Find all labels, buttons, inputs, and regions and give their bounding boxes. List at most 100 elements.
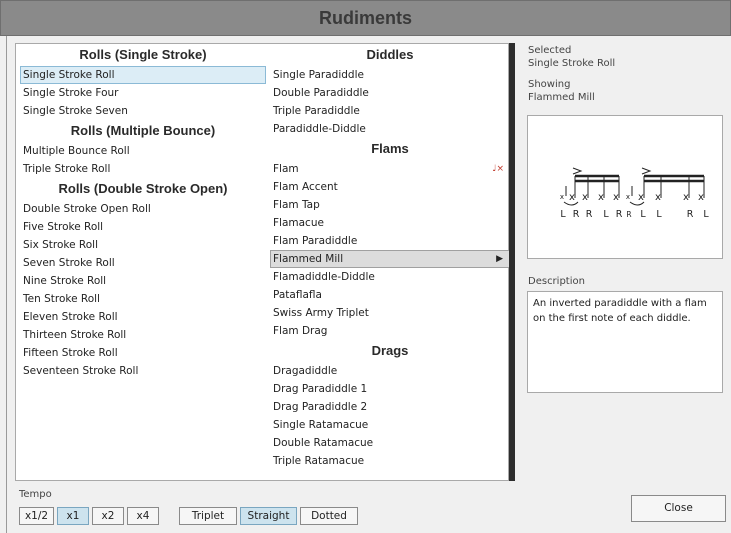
speed-half-button[interactable]: x1/2 [19, 507, 54, 525]
sticking-letter: R [687, 209, 694, 220]
left-list-item[interactable]: Fifteen Stroke Roll [20, 344, 266, 362]
left-section-header: Rolls (Double Stroke Open) [20, 178, 266, 200]
middle-section-header: Drags [270, 340, 510, 362]
section-header-label: Diddles [366, 47, 414, 62]
left-section-header: Rolls (Multiple Bounce) [20, 120, 266, 142]
sticking-letter: R [616, 209, 623, 220]
close-button[interactable]: Close [631, 495, 726, 522]
list-item-label: Flammed Mill [273, 253, 344, 265]
left-list-item[interactable]: Eleven Stroke Roll [20, 308, 266, 326]
list-item-label: Single Stroke Roll [23, 69, 115, 81]
middle-list-item[interactable]: Flamadiddle-Diddle [270, 268, 510, 286]
middle-list-item[interactable]: Flam ♩× [270, 160, 510, 178]
list-item-label: Thirteen Stroke Roll [23, 329, 127, 341]
triplet-button[interactable]: Triplet [179, 507, 237, 525]
list-item-label: Dragadiddle [273, 365, 338, 377]
svg-text:x: x [655, 192, 661, 203]
list-item-label: Single Ratamacue [273, 419, 369, 431]
middle-list-item[interactable]: Pataflafla [270, 286, 510, 304]
list-item-label: Nine Stroke Roll [23, 275, 107, 287]
scrollbar[interactable] [509, 43, 515, 481]
left-list-item[interactable]: Seven Stroke Roll [20, 254, 266, 272]
left-list-item[interactable]: Triple Stroke Roll [20, 160, 266, 178]
left-section-header: Rolls (Single Stroke) [20, 44, 266, 66]
list-item-label: Flam Drag [273, 325, 328, 337]
middle-list-item[interactable]: Triple Paradiddle [270, 102, 510, 120]
middle-list-item[interactable]: Dragadiddle [270, 362, 510, 380]
left-column: Rolls (Single Stroke) Single Stroke Roll S… [20, 44, 266, 380]
middle-list-item[interactable]: Drag Paradiddle 1 [270, 380, 510, 398]
svg-text:x: x [698, 192, 704, 203]
middle-list-item[interactable]: Flam Tap [270, 196, 510, 214]
middle-list-item[interactable]: Paradiddle-Diddle [270, 120, 510, 138]
middle-list-item[interactable]: Single Ratamacue [270, 416, 510, 434]
middle-list-item[interactable]: Flammed Mill ▶ [270, 250, 510, 268]
svg-text:x: x [683, 192, 689, 203]
list-item-label: Triple Stroke Roll [23, 163, 111, 175]
left-list-item[interactable]: Double Stroke Open Roll [20, 200, 266, 218]
speed-x1-button[interactable]: x1 [57, 507, 89, 525]
left-list-item[interactable]: Single Stroke Roll [20, 66, 266, 84]
list-item-label: Flamacue [273, 217, 324, 229]
left-list-item[interactable]: Nine Stroke Roll [20, 272, 266, 290]
middle-list-item[interactable]: Swiss Army Triplet [270, 304, 510, 322]
list-item-label: Six Stroke Roll [23, 239, 99, 251]
tempo-label: Tempo [19, 489, 52, 500]
middle-section-header: Flams [270, 138, 510, 160]
left-list-item[interactable]: Ten Stroke Roll [20, 290, 266, 308]
straight-button[interactable]: Straight [240, 507, 297, 525]
section-header-label: Rolls (Double Stroke Open) [58, 181, 228, 196]
rudiment-list: Rolls (Single Stroke) Single Stroke Roll S… [15, 43, 510, 481]
middle-list-item[interactable]: Flam Accent [270, 178, 510, 196]
sticking-letter: L [656, 209, 662, 220]
description-label: Description [528, 276, 585, 287]
sticking-letter: R [573, 209, 580, 220]
list-item-label: Double Ratamacue [273, 437, 374, 449]
speed-x4-button[interactable]: x4 [127, 507, 159, 525]
list-item-label: Seven Stroke Roll [23, 257, 115, 269]
middle-column: Diddles Single Paradiddle Double Paradiddl… [270, 44, 510, 470]
list-item-label: Swiss Army Triplet [273, 307, 369, 319]
left-list-item[interactable]: Six Stroke Roll [20, 236, 266, 254]
middle-list-item[interactable]: Double Ratamacue [270, 434, 510, 452]
middle-list-item[interactable]: Flamacue [270, 214, 510, 232]
notation-image: x x x x x x x x x x LRRLRRLLRL [560, 167, 709, 220]
middle-list-item[interactable]: Flam Drag [270, 322, 510, 340]
showing-label: Showing [528, 79, 571, 90]
svg-text:x: x [560, 193, 564, 201]
list-item-label: Flam [273, 163, 299, 175]
sticking-letter: L [560, 209, 566, 220]
svg-text:x: x [626, 193, 630, 201]
svg-text:x: x [598, 192, 604, 203]
middle-list-item[interactable]: Flam Paradiddle [270, 232, 510, 250]
left-list-item[interactable]: Multiple Bounce Roll [20, 142, 266, 160]
left-list-item[interactable]: Five Stroke Roll [20, 218, 266, 236]
sticking-letter: L [603, 209, 609, 220]
left-list-item[interactable]: Thirteen Stroke Roll [20, 326, 266, 344]
showing-value: Flammed Mill [528, 92, 595, 103]
left-list-item[interactable]: Seventeen Stroke Roll [20, 362, 266, 380]
selected-label: Selected [528, 45, 572, 56]
section-header-label: Rolls (Multiple Bounce) [70, 123, 216, 138]
list-item-label: Flamadiddle-Diddle [273, 271, 375, 283]
speed-x2-button[interactable]: x2 [92, 507, 124, 525]
left-list-item[interactable]: Single Stroke Four [20, 84, 266, 102]
middle-list-item[interactable]: Drag Paradiddle 2 [270, 398, 510, 416]
list-item-label: Ten Stroke Roll [23, 293, 100, 305]
left-list-item[interactable]: Single Stroke Seven [20, 102, 266, 120]
rudiments-window: Rolls (Single Stroke) Single Stroke Roll S… [6, 36, 731, 533]
section-header-label: Drags [371, 343, 409, 358]
middle-list-item[interactable]: Double Paradiddle [270, 84, 510, 102]
notation-preview: x x x x x x x x x x LRRLRRLLRL [527, 115, 723, 259]
accent-mark-2 [641, 167, 652, 175]
sticking-letter: L [703, 209, 709, 220]
play-icon[interactable]: ▶ [496, 251, 503, 267]
dotted-button[interactable]: Dotted [300, 507, 358, 525]
note-remove-icon[interactable]: ♩× [492, 160, 504, 178]
middle-list-item[interactable]: Single Paradiddle [270, 66, 510, 84]
middle-list-item[interactable]: Triple Ratamacue [270, 452, 510, 470]
selected-value: Single Stroke Roll [528, 58, 616, 69]
accent-mark-1 [572, 167, 583, 175]
list-item-label: Paradiddle-Diddle [273, 123, 366, 135]
svg-text:x: x [569, 192, 575, 203]
